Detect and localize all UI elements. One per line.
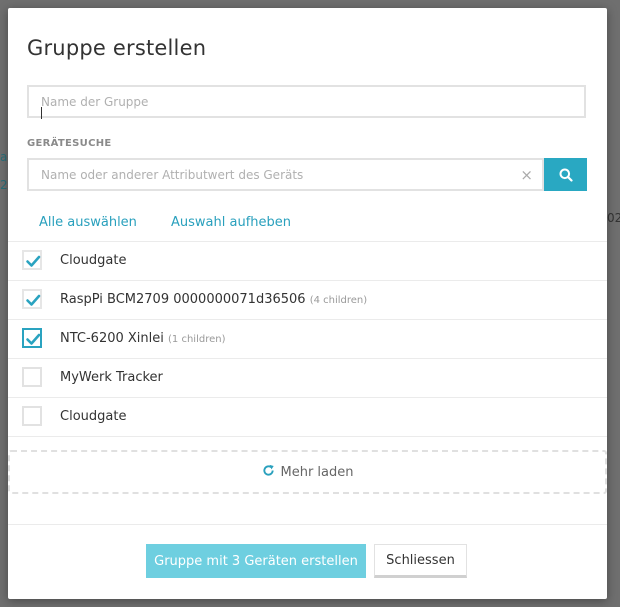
checkmark-icon [26,294,41,306]
children-count: (4 children) [309,295,368,306]
device-name: MyWerk Tracker [60,370,163,385]
background-text-fragment: a [0,150,8,164]
load-more-label: Mehr laden [280,464,354,480]
list-item[interactable]: RaspPi BCM2709 0000000071d36506 (4 child… [8,281,607,320]
select-all-link[interactable]: Alle auswählen [39,215,137,230]
search-button[interactable] [544,158,587,191]
background-text-fragment: 02 [607,211,620,225]
device-checkbox[interactable] [22,250,42,270]
dialog-title: Gruppe erstellen [27,36,207,60]
list-item[interactable]: Cloudgate [8,242,607,281]
device-checkbox[interactable] [22,406,42,426]
search-icon [559,168,573,182]
checkmark-icon [26,255,41,267]
device-checkbox[interactable] [22,289,42,309]
list-item[interactable]: Cloudgate [8,398,607,437]
clear-icon[interactable]: × [520,166,533,184]
device-name: RaspPi BCM2709 0000000071d36506 (4 child… [60,292,368,307]
device-name: Cloudgate [60,253,127,268]
list-item[interactable]: MyWerk Tracker [8,359,607,398]
text-cursor [41,107,42,119]
device-search-label: GERÄTESUCHE [27,138,112,149]
checkmark-icon [26,333,41,345]
device-checkbox[interactable] [22,328,42,348]
device-search-field: × [27,158,544,191]
list-item[interactable]: NTC-6200 Xinlei (1 children) [8,320,607,359]
children-count: (1 children) [168,334,226,345]
close-button[interactable]: Schliessen [374,544,467,578]
create-group-dialog: Gruppe erstellen GERÄTESUCHE × Alle ausw… [8,8,607,599]
device-search-input[interactable] [29,160,509,189]
device-name: NTC-6200 Xinlei (1 children) [60,331,226,346]
background-text-fragment: 2 [0,178,8,192]
footer-divider [8,524,607,525]
create-group-button[interactable]: Gruppe mit 3 Geräten erstellen [146,544,366,578]
device-list: Cloudgate RaspPi BCM2709 0000000071d3650… [8,241,607,437]
deselect-all-link[interactable]: Auswahl aufheben [171,215,291,230]
device-name: Cloudgate [60,409,127,424]
load-more-button[interactable]: Mehr laden [8,450,607,494]
refresh-icon [262,464,275,481]
group-name-input[interactable] [27,85,586,118]
device-checkbox[interactable] [22,367,42,387]
